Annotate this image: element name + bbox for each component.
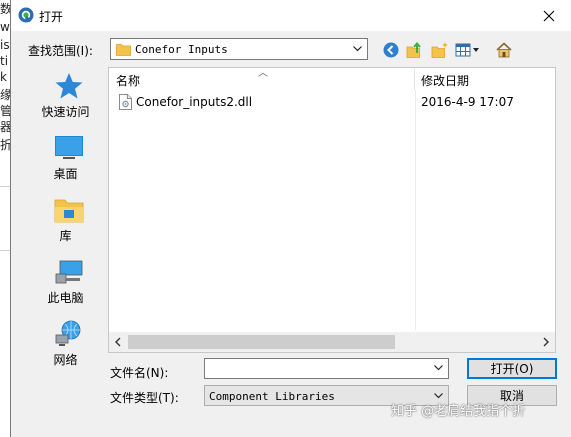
chevron-down-icon [353,46,362,52]
up-folder-button[interactable] [404,39,426,61]
look-in-value: Conefor Inputs [135,43,228,56]
chevron-right-icon [543,337,549,347]
bg-text: 器 [0,120,10,134]
home-button[interactable] [493,39,515,61]
bg-text: 数 [0,2,10,16]
column-divider [415,90,416,330]
back-button[interactable] [380,39,402,61]
up-folder-icon [406,41,421,58]
place-library[interactable]: 库 [22,191,109,251]
network-icon [55,320,81,346]
file-name: Conefor_inputs2.dll [136,95,253,109]
file-type-label: 文件类型(T): [110,391,179,405]
column-header-date[interactable]: 修改日期 [415,68,555,90]
file-name-input[interactable] [204,358,449,379]
file-list[interactable]: ︿ 名称 修改日期 Conefor_inputs2.dll 2016-4-9 1… [108,67,556,353]
computer-icon [55,260,83,284]
bg-text: 管 [0,104,10,118]
home-icon [496,42,512,58]
close-icon [543,10,555,21]
scroll-right-button[interactable] [537,332,555,352]
look-in-combo[interactable]: Conefor Inputs [110,38,368,60]
new-folder-button[interactable] [429,39,451,61]
open-button[interactable]: 打开(O) [467,358,557,379]
column-header-name[interactable]: ︿ 名称 [109,68,415,90]
back-arrow-icon [383,42,399,58]
scrollbar-thumb[interactable] [128,335,395,349]
place-network[interactable]: 网络 [22,315,109,375]
place-quick-access[interactable]: 快速访问 [22,67,109,127]
view-menu-button[interactable] [454,39,482,61]
app-logo-icon [18,7,34,23]
place-label: 网络 [53,353,78,367]
place-label: 快速访问 [41,105,90,119]
look-in-label: 查找范围(I): [28,44,93,58]
open-file-dialog: 打开 查找范围(I): Conefor Inputs 快速访问 桌面 库 此电脑… [10,0,571,437]
column-name-label: 名称 [116,74,141,88]
place-label: 此电脑 [47,291,84,305]
bg-text: k [0,70,7,84]
file-modified-date: 2016-4-9 17:07 [421,95,514,109]
close-button[interactable] [526,0,571,31]
bg-text: 缘 [0,88,10,102]
watermark-text: 知乎 @老肩结我指个折 [391,404,526,419]
place-desktop[interactable]: 桌面 [22,129,109,189]
file-type-value: Component Libraries [209,390,335,403]
star-icon [55,73,83,99]
chevron-left-icon [115,337,121,347]
library-icon [54,199,84,223]
place-label: 库 [59,229,72,243]
title-bar[interactable]: 打开 [11,0,571,31]
sort-ascending-icon: ︿ [258,68,268,79]
new-folder-icon [431,42,448,58]
bg-text: 折 [0,138,10,152]
places-bar: 快速访问 桌面 库 此电脑 网络 [22,67,109,430]
folder-icon [116,44,131,56]
horizontal-scrollbar[interactable] [109,332,555,352]
bg-text: w [0,20,10,34]
dll-file-icon [119,94,132,110]
bg-text: ti [0,54,9,68]
scroll-left-button[interactable] [109,332,127,352]
file-row[interactable]: Conefor_inputs2.dll 2016-4-9 17:07 [109,92,555,112]
dialog-title: 打开 [39,10,64,24]
bg-text: is [0,38,10,52]
desktop-icon [55,136,83,159]
chevron-down-icon[interactable] [433,362,444,373]
place-label: 桌面 [53,167,78,181]
view-grid-icon [455,43,479,57]
place-this-pc[interactable]: 此电脑 [22,253,109,313]
column-date-label: 修改日期 [421,74,470,88]
file-name-label: 文件名(N): [110,366,169,380]
